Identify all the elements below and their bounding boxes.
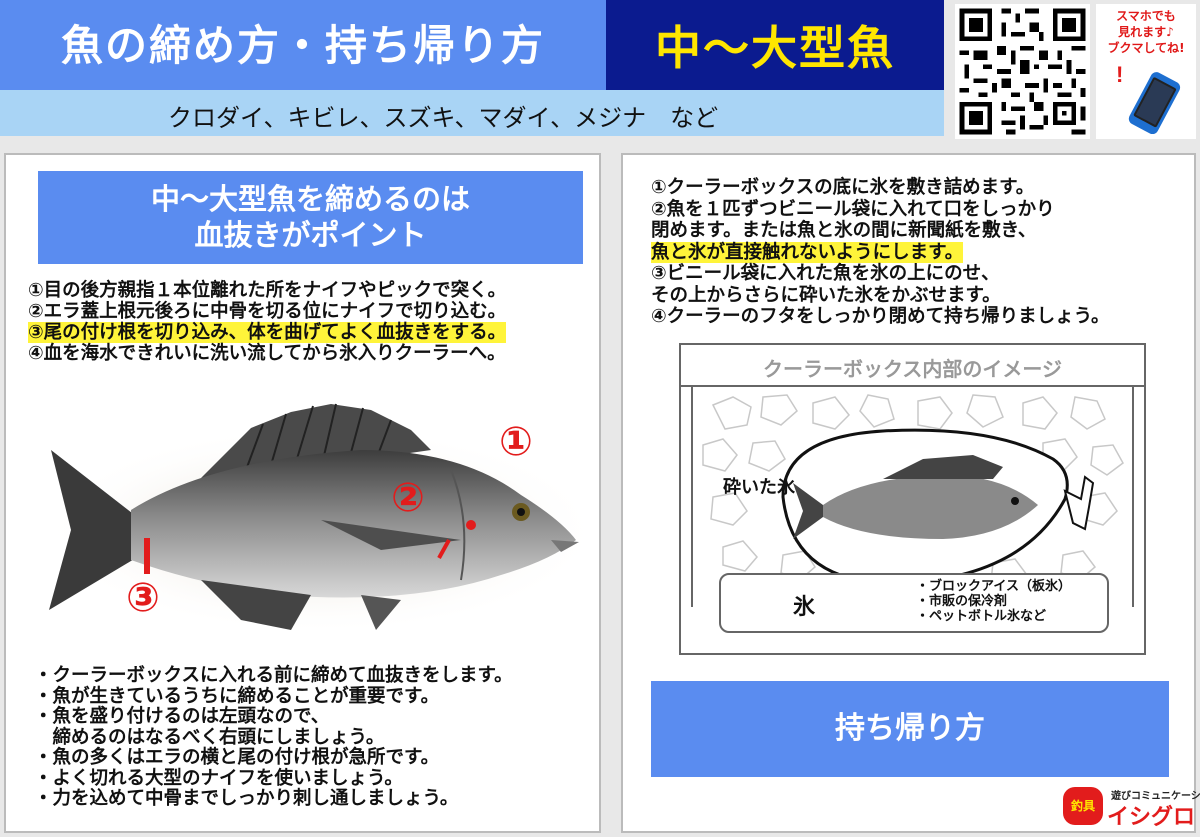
tip-item: ・魚の多くはエラの横と尾の付け根が急所です。	[34, 747, 440, 768]
smartphone-icon: !	[1116, 62, 1181, 134]
ice-item: ・ブロックアイス（板氷）	[916, 579, 1071, 594]
smartphone-note: スマホでも 見れます♪ ブクマしてね! !	[1096, 4, 1196, 139]
title-band: 魚の締め方・持ち帰り方	[0, 0, 606, 90]
highlighted-step: ③尾の付け根を切り込み、体を曲げてよく血抜きをする。	[28, 322, 507, 343]
carry-steps: ①クーラーボックスの底に氷を敷き詰めます。 ②魚を１匹ずつビニール袋に入れて口を…	[651, 177, 1110, 328]
step-item: ②エラ蓋上根元後ろに中骨を切る位にナイフで切り込む。	[28, 301, 507, 322]
ice-item: ・市販の保冷剤	[916, 594, 1008, 609]
qr-code[interactable]	[955, 4, 1090, 139]
step-item: ④クーラーのフタをしっかり閉めて持ち帰りましょう。	[651, 306, 1110, 327]
step-item: 閉めます。または魚と氷の間に新聞紙を敷き、	[651, 220, 1037, 241]
left-banner: 中〜大型魚を締めるのは 血抜きがポイント	[38, 171, 583, 264]
step-item: ①クーラーボックスの底に氷を敷き詰めます。	[651, 177, 1035, 198]
kill-tips: ・クーラーボックスに入れる前に締めて血抜きをします。 ・魚が生きているうちに締め…	[34, 665, 513, 810]
marker-1: ①	[499, 419, 533, 465]
step-item: ①目の後方親指１本位離れた所をナイフやピックで突く。	[28, 280, 507, 301]
species-list: クロダイ、キビレ、スズキ、マダイ、メジナ など	[168, 104, 719, 132]
step-item: ②魚を１匹ずつビニール袋に入れて口をしっかり	[651, 198, 1055, 220]
logo-name: イシグロ	[1107, 805, 1196, 830]
page-title: 魚の締め方・持ち帰り方	[60, 21, 545, 70]
marker-3: ③	[126, 575, 160, 621]
step-item: その上からさらに砕いた氷をかぶせます。	[651, 284, 1001, 306]
tip-item: ・魚が生きているうちに締めることが重要です。	[34, 685, 440, 707]
fish-illustration: ① ② ③	[31, 390, 586, 640]
marker-2: ②	[391, 475, 425, 521]
ice-item: ・ペットボトル氷など	[916, 609, 1047, 624]
step-item: ④血を海水できれいに洗い流してから氷入りクーラーへ。	[28, 343, 506, 364]
step-item: 魚と氷が直接触れないようにします。	[651, 241, 1110, 264]
ishiguro-logo: 釣具 遊びコミュニケーション イシグロ	[1063, 785, 1200, 830]
tip-item: ・力を込めて中骨までしっかり刺し通しましょう。	[34, 788, 459, 809]
kill-steps: ①目の後方親指１本位離れた所をナイフやピックで突く。 ②エラ蓋上根元後ろに中骨を…	[28, 280, 507, 364]
phone-note-text: スマホでも 見れます♪ ブクマしてね!	[1107, 9, 1185, 55]
cooler-title: クーラーボックス内部のイメージ	[763, 357, 1062, 381]
cooler-diagram: クーラーボックス内部のイメージ 砕いた氷 氷 ・ブロックアイス（板氷） ・市販の…	[679, 343, 1146, 655]
right-panel: ①クーラーボックスの底に氷を敷き詰めます。 ②魚を１匹ずつビニール袋に入れて口を…	[621, 153, 1200, 833]
ice-layer: 氷 ・ブロックアイス（板氷） ・市販の保冷剤 ・ペットボトル氷など	[719, 573, 1109, 633]
svg-text:!: !	[1116, 62, 1123, 87]
logo-mark-icon: 釣具	[1063, 787, 1103, 825]
tip-item: ・クーラーボックスに入れる前に締めて血抜きをします。	[34, 665, 513, 686]
ice-items: ・ブロックアイス（板氷） ・市販の保冷剤 ・ペットボトル氷など	[916, 579, 1071, 624]
subtitle-band: 中〜大型魚	[606, 0, 944, 90]
left-panel: 中〜大型魚を締めるのは 血抜きがポイント ①目の後方親指１本位離れた所をナイフや…	[4, 153, 601, 833]
page-subtitle: 中〜大型魚	[655, 21, 895, 75]
carry-banner: 持ち帰り方	[651, 681, 1169, 777]
tip-item: ・魚を盛り付けるのは左頭なので、	[34, 706, 330, 727]
cooler-lid: クーラーボックス内部のイメージ	[681, 345, 1144, 387]
step-item: ③尾の付け根を切り込み、体を曲げてよく血抜きをする。	[28, 322, 507, 343]
step-item: ③ビニール袋に入れた魚を氷の上にのせ、	[651, 263, 1000, 284]
header: 魚の締め方・持ち帰り方 中〜大型魚 クロダイ、キビレ、スズキ、マダイ、メジナ な…	[0, 0, 1200, 145]
species-band: クロダイ、キビレ、スズキ、マダイ、メジナ など	[0, 90, 944, 136]
ice-label: 氷	[793, 595, 816, 620]
tip-item: ・よく切れる大型のナイフを使いましょう。	[34, 767, 403, 789]
highlighted-step: 魚と氷が直接触れないようにします。	[651, 241, 964, 263]
tip-item: 締めるのはなるべく右頭にしましょう。	[34, 726, 385, 748]
qr-code-icon	[955, 4, 1090, 139]
crushed-ice-label: 砕いた氷	[723, 477, 795, 498]
